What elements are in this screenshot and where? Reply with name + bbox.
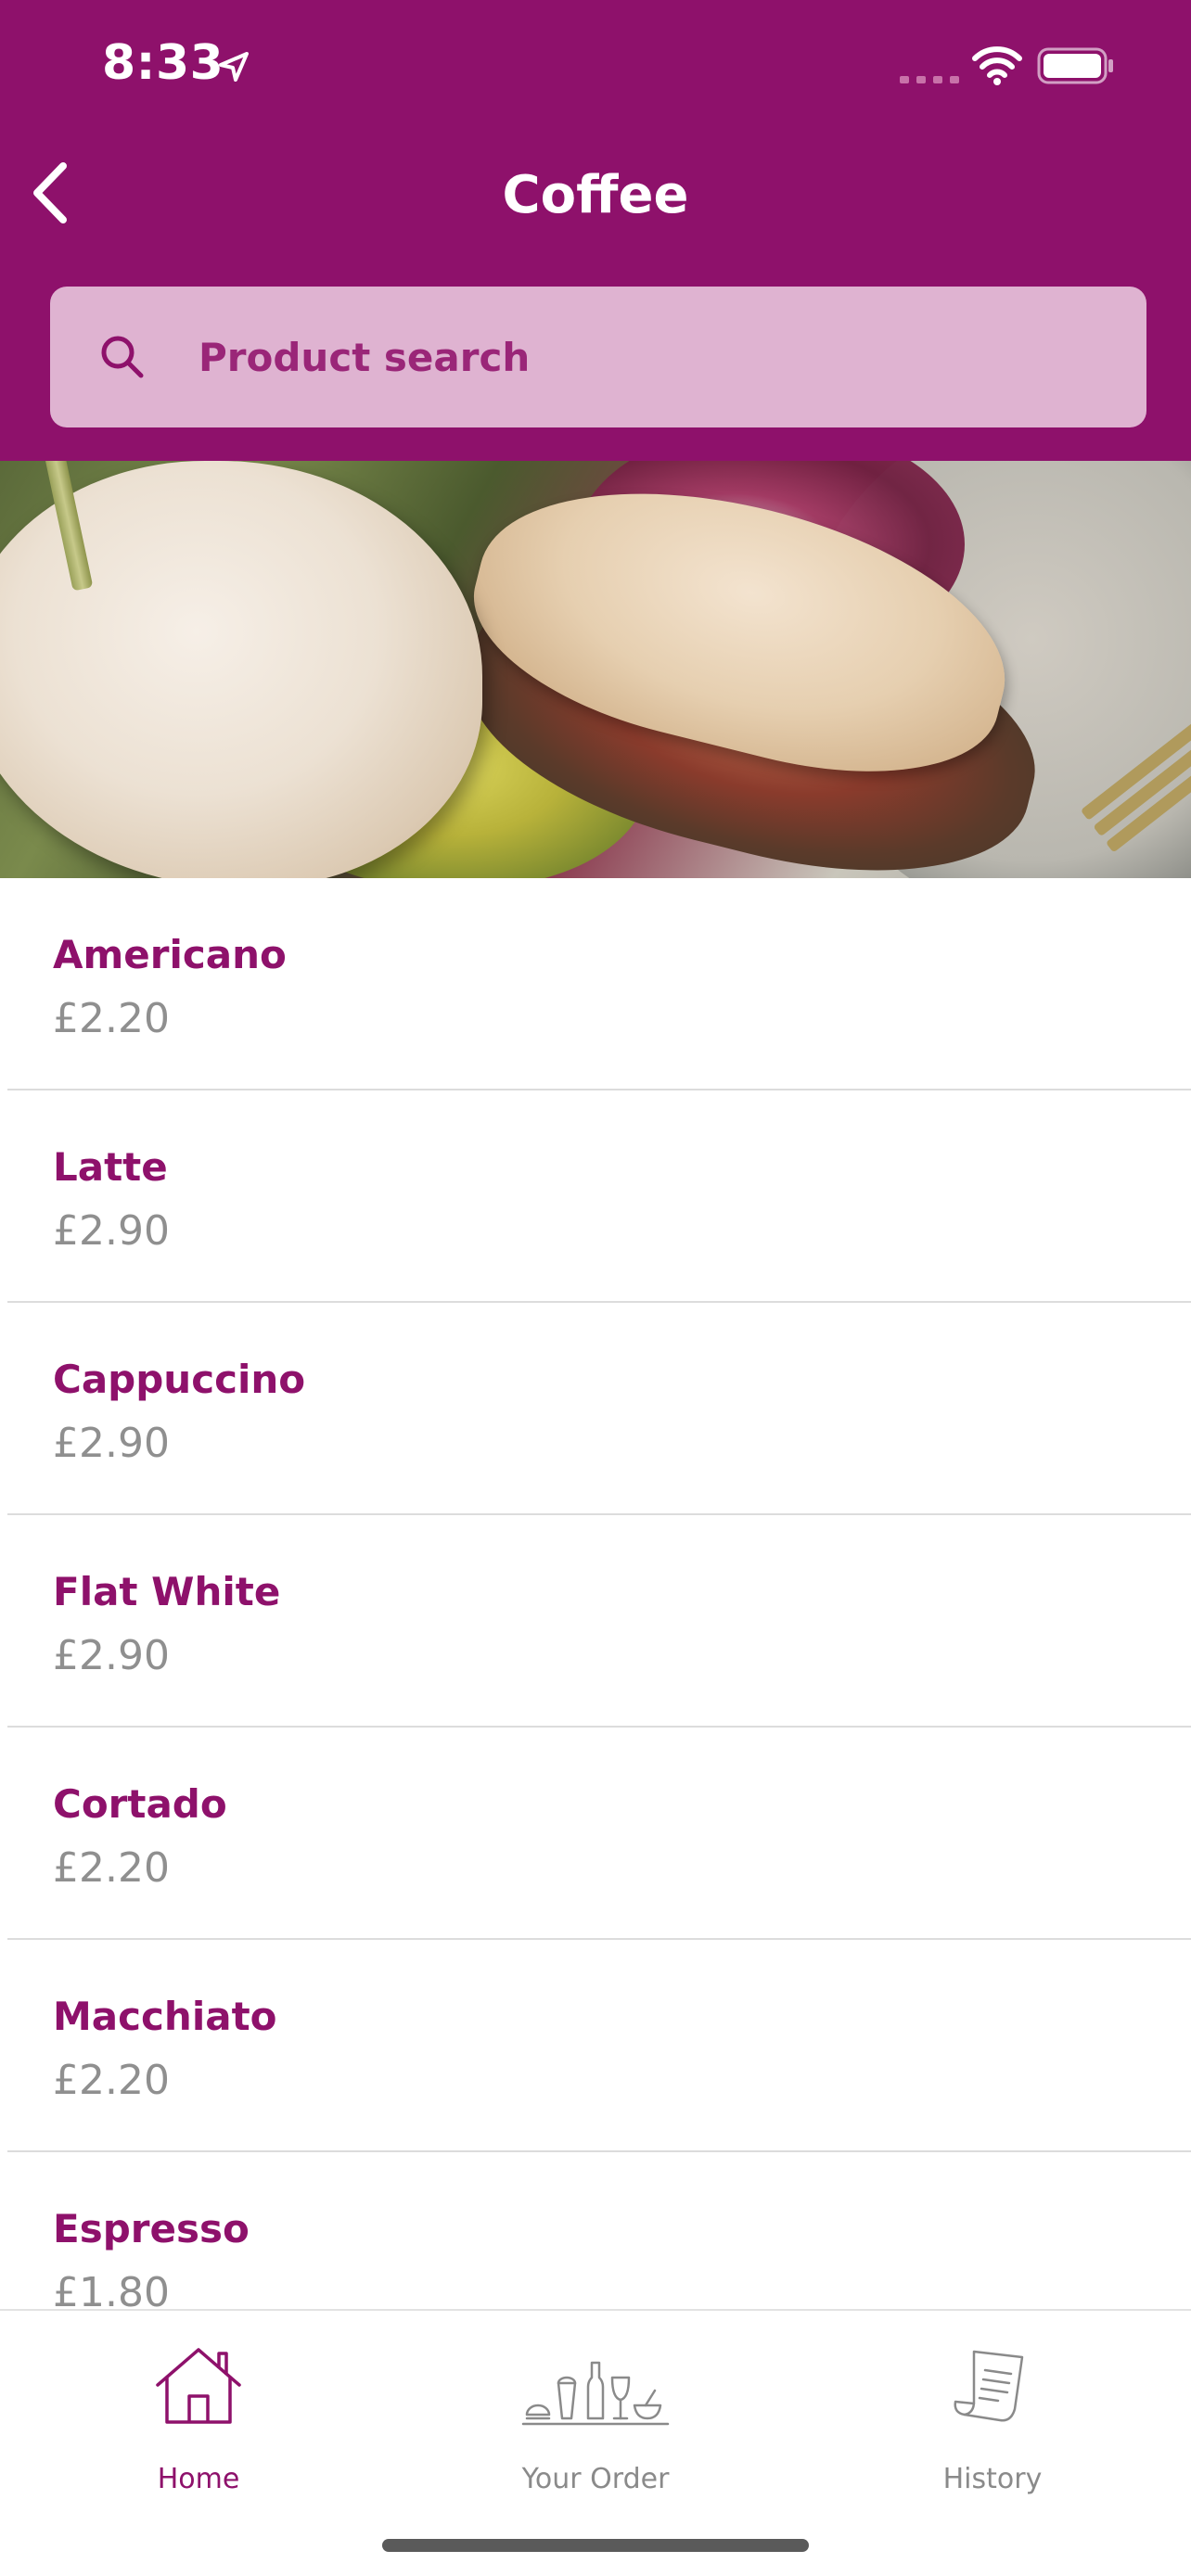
list-item[interactable]: Cappuccino £2.90 bbox=[0, 1303, 1191, 1515]
list-item[interactable]: Latte £2.90 bbox=[0, 1090, 1191, 1303]
status-time: 8:33 bbox=[102, 35, 224, 91]
product-name: Flat White bbox=[53, 1569, 281, 1614]
battery-icon bbox=[1037, 47, 1113, 84]
header: 8:33 Coffee bbox=[0, 0, 1191, 461]
list-item[interactable]: Cortado £2.20 bbox=[0, 1728, 1191, 1940]
list-item[interactable]: Macchiato £2.20 bbox=[0, 1940, 1191, 2152]
product-price: £2.20 bbox=[53, 995, 170, 1042]
tab-bar: Home Your Order History bbox=[0, 2309, 1191, 2576]
cellular-signal-icon bbox=[900, 76, 959, 83]
tab-history[interactable]: History bbox=[794, 2311, 1191, 2524]
product-price: £2.20 bbox=[53, 2057, 170, 2104]
product-price: £2.90 bbox=[53, 1420, 170, 1467]
search-box[interactable] bbox=[50, 287, 1146, 427]
hero-image bbox=[0, 461, 1191, 878]
tab-home[interactable]: Home bbox=[0, 2311, 397, 2524]
product-name: Espresso bbox=[53, 2206, 250, 2251]
product-price: £1.80 bbox=[53, 2269, 170, 2309]
tab-label-your-order: Your Order bbox=[521, 2463, 670, 2495]
status-bar: 8:33 bbox=[0, 0, 1191, 134]
product-name: Latte bbox=[53, 1144, 168, 1190]
location-arrow-icon bbox=[219, 52, 249, 82]
search-input[interactable] bbox=[198, 287, 1108, 427]
list-item[interactable]: Americano £2.20 bbox=[0, 878, 1191, 1090]
product-name: Cappuccino bbox=[53, 1357, 306, 1402]
product-name: Macchiato bbox=[53, 1994, 277, 2039]
page-title: Coffee bbox=[502, 165, 689, 225]
product-name: Americano bbox=[53, 932, 287, 977]
receipt-icon bbox=[954, 2350, 1024, 2422]
list-item[interactable]: Espresso £1.80 bbox=[0, 2152, 1191, 2309]
food-drinks-icon bbox=[521, 2361, 670, 2426]
product-price: £2.90 bbox=[53, 1632, 170, 1679]
product-price: £2.20 bbox=[53, 1844, 170, 1892]
product-price: £2.90 bbox=[53, 1207, 170, 1255]
home-indicator[interactable] bbox=[382, 2539, 809, 2552]
search-icon bbox=[101, 336, 144, 378]
tab-label-history: History bbox=[942, 2463, 1043, 2495]
list-item[interactable]: Flat White £2.90 bbox=[0, 1515, 1191, 1728]
product-name: Cortado bbox=[53, 1781, 227, 1827]
tab-label-home: Home bbox=[157, 2463, 240, 2495]
tab-your-order[interactable]: Your Order bbox=[397, 2311, 794, 2524]
house-icon bbox=[156, 2348, 241, 2424]
wifi-icon bbox=[972, 46, 1022, 85]
product-list: Americano £2.20 Latte £2.90 Cappuccino £… bbox=[0, 878, 1191, 2309]
